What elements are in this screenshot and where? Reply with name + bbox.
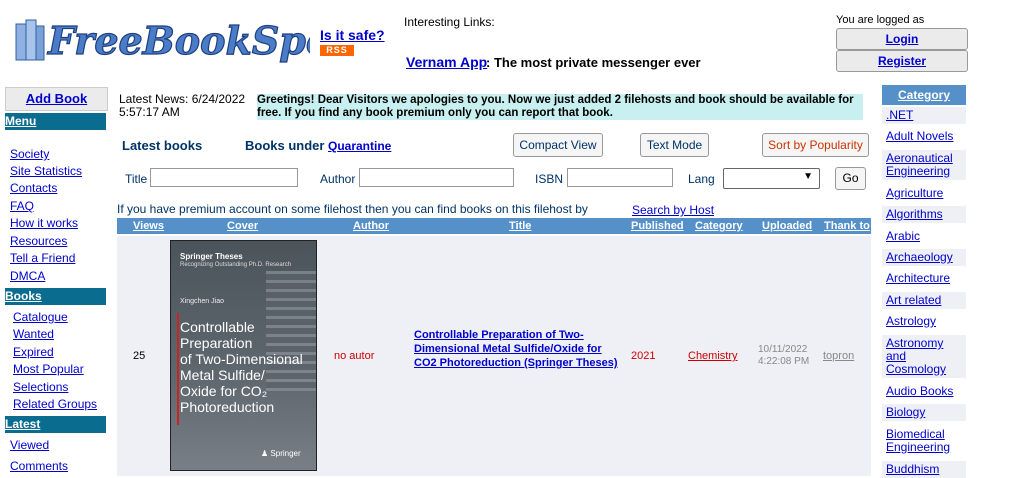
compact-view-button[interactable]: Compact View [513,133,603,157]
menu-item-dmca[interactable]: DMCA [10,269,45,283]
logo-text: FreeBookSpot [47,18,310,63]
cover-title-line: of Two-Dimensional [180,351,303,367]
search-by-host-link[interactable]: Search by Host [632,203,714,217]
quarantine-link[interactable]: Quarantine [328,139,391,153]
cover-author: Xingchen Jiao [180,298,224,305]
latest-header[interactable]: Latest [5,416,106,433]
isbn-label: ISBN [535,172,564,186]
menu-item-tell-a-friend[interactable]: Tell a Friend [10,251,75,265]
category-item[interactable]: Biology [882,404,966,421]
uploaded-time: 4:22:08 PM [758,356,810,367]
col-cover: Cover [227,220,259,232]
author-input[interactable] [359,168,514,187]
menu-item-site-statistics[interactable]: Site Statistics [10,164,82,178]
books-item-selections[interactable]: Selections [13,380,68,394]
premium-note: If you have premium account on some file… [117,202,588,216]
category-item[interactable]: Archaeology [882,249,966,266]
category-item[interactable]: Architecture [882,270,966,287]
category-item[interactable]: Buddhism [882,461,966,478]
news-message: Greetings! Dear Visitors we apologies to… [257,94,863,120]
cover-title-line: Metal Sulfide/ [180,367,265,383]
category-header[interactable]: Category [882,85,966,105]
published-value: 2021 [631,350,656,362]
sort-by-popularity-button[interactable]: Sort by Popularity [762,133,869,157]
isbn-input[interactable] [567,168,673,187]
logged-as-label: You are logged as [836,14,925,26]
rss-badge[interactable]: RSS [320,45,354,56]
cover-accent-bar [177,313,179,425]
cover-title-line: Oxide for CO₂ [180,383,268,399]
menu-item-resources[interactable]: Resources [10,234,67,248]
interesting-links-label: Interesting Links: [404,15,495,29]
books-item-most-popular[interactable]: Most Popular [13,362,84,376]
menu-item-contacts[interactable]: Contacts [10,181,57,195]
menu-header[interactable]: Menu [5,113,106,130]
category-item[interactable]: Astrology [882,313,966,330]
book-cover[interactable]: Springer Theses Recognizing Outstanding … [170,240,317,471]
category-item[interactable]: Aeronautical Engineering [882,150,966,180]
springer-horse-icon: ♟ [261,449,269,458]
is-it-safe-link[interactable]: Is it safe? [320,27,385,43]
add-book-button[interactable]: Add Book [5,87,108,111]
category-item[interactable]: Algorithms [882,206,966,223]
category-item[interactable]: Astronomy and Cosmology [882,335,966,378]
go-button[interactable]: Go [835,167,866,190]
category-item[interactable]: Adult Novels [882,128,966,145]
site-logo[interactable]: FreeBookSpot [14,12,350,66]
cover-title: Controllable Preparation of Two-Dimensio… [180,319,303,415]
col-category[interactable]: Category [695,218,743,234]
col-published[interactable]: Published [631,218,684,234]
chevron-down-icon: ▼ [803,171,813,182]
menu-item-society[interactable]: Society [10,147,49,161]
text-mode-button[interactable]: Text Mode [640,133,709,157]
category-item[interactable]: Biomedical Engineering [882,426,966,456]
author-label: Author [320,172,356,186]
col-author[interactable]: Author [353,218,389,234]
vernam-app-link[interactable]: Vernam App [406,54,487,70]
category-item[interactable]: Arabic [882,228,966,245]
cover-publisher-name: Springer [270,449,301,458]
col-views[interactable]: Views [133,218,164,234]
books-item-catalogue[interactable]: Catalogue [13,310,68,324]
cover-publisher: ♟ Springer [261,449,301,458]
category-link[interactable]: Chemistry [688,350,738,362]
col-uploaded[interactable]: Uploaded [762,218,812,234]
cover-title-line: Controllable [180,319,255,335]
menu-item-faq[interactable]: FAQ [10,199,34,213]
menu-item-how-it-works[interactable]: How it works [10,216,78,230]
book-title-link[interactable]: Controllable Preparation of Two-Dimensio… [414,328,624,370]
views-value: 25 [133,350,146,362]
lang-select[interactable]: ▼ [723,168,820,189]
latest-books-label: Latest books [122,138,203,153]
title-input[interactable] [150,168,298,187]
vernam-description: : The most private messenger ever [486,55,701,70]
login-button[interactable]: Login [836,28,968,50]
col-title[interactable]: Title [509,218,531,234]
title-label: Title [125,172,148,186]
latest-item-comments[interactable]: Comments [10,459,68,473]
books-item-expired[interactable]: Expired [13,345,54,359]
news-date: Latest News: 6/24/2022 5:57:17 AM [119,92,246,119]
books-item-related-groups[interactable]: Related Groups [13,397,97,411]
latest-item-viewed[interactable]: Viewed [10,438,49,452]
author-value: no autor [334,350,375,362]
cover-series: Springer Theses [180,252,243,261]
books-item-wanted[interactable]: Wanted [13,327,54,341]
category-item[interactable]: Audio Books [882,383,966,400]
book-icon [15,19,45,61]
category-item[interactable]: Art related [882,292,966,309]
register-button[interactable]: Register [836,50,968,72]
cover-title-line: Preparation [180,335,253,351]
col-thank-to[interactable]: Thank to [824,218,870,234]
books-header[interactable]: Books [5,288,106,305]
category-item[interactable]: Agriculture [882,185,966,202]
books-under-label: Books under [245,138,325,153]
cover-title-line: Photoreduction [180,399,275,415]
lang-label: Lang [688,172,715,186]
table-header: Views Cover Author Title Published Categ… [117,218,871,234]
category-item[interactable]: .NET [882,107,966,124]
cover-series-sub: Recognizing Outstanding Ph.D. Research [180,262,292,268]
uploaded-date: 10/11/2022 [758,344,808,355]
thank-to-link[interactable]: topron [823,350,854,362]
